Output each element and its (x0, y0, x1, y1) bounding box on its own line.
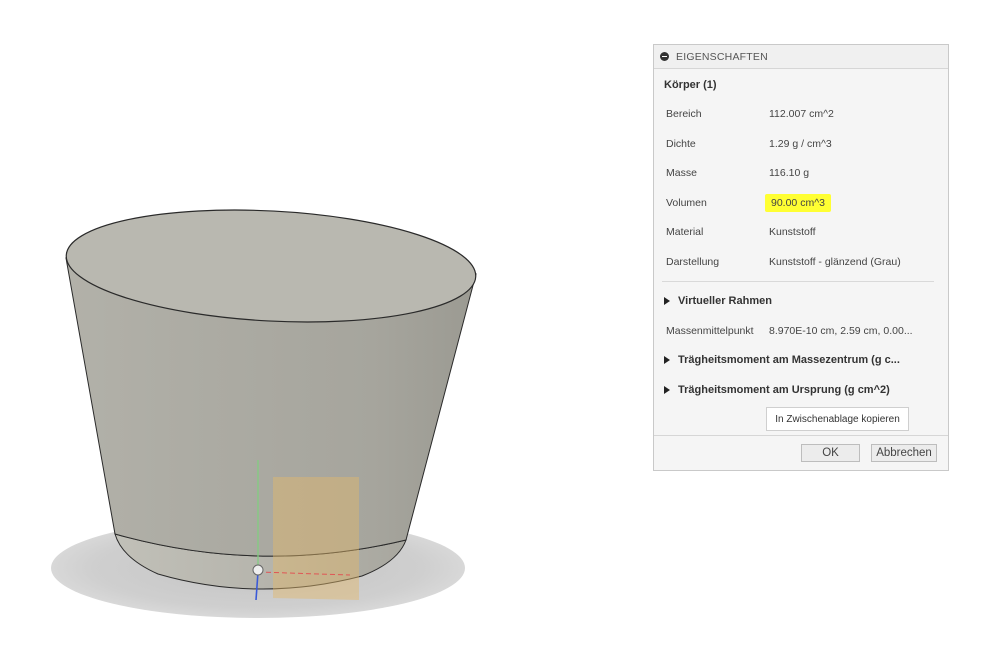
divider (662, 281, 934, 282)
section-label: Trägheitsmoment am Massezentrum (g c... (678, 354, 900, 366)
property-row: Dichte 1.29 g / cm^3 (666, 136, 832, 152)
section-inertia-mass-center[interactable]: Trägheitsmoment am Massezentrum (g c... (664, 352, 900, 368)
collapse-icon[interactable] (660, 52, 669, 61)
property-key: Bereich (666, 108, 702, 120)
property-value: 112.007 cm^2 (769, 108, 834, 120)
property-value: 8.970E-10 cm, 2.59 cm, 0.00... (769, 325, 913, 337)
ok-button[interactable]: OK (801, 444, 860, 462)
origin-point[interactable] (252, 564, 264, 576)
body-title: Körper (1) (664, 79, 717, 91)
property-value: 116.10 g (769, 167, 810, 179)
volume-value-highlighted: 90.00 cm^3 (765, 194, 831, 212)
property-key: Dichte (666, 138, 696, 150)
property-value: Kunststoff - glänzend (Grau) (769, 256, 901, 268)
cancel-button[interactable]: Abbrechen (871, 444, 937, 462)
section-virtual-frame[interactable]: Virtueller Rahmen (664, 293, 772, 309)
panel-title: EIGENSCHAFTEN (676, 50, 768, 63)
model-viewport[interactable] (0, 0, 640, 668)
property-key: Masse (666, 167, 697, 179)
section-inertia-origin[interactable]: Trägheitsmoment am Ursprung (g cm^2) (664, 382, 890, 398)
property-row: Darstellung Kunststoff - glänzend (Grau) (666, 254, 901, 270)
section-label: Virtueller Rahmen (678, 295, 772, 307)
property-key: Massenmittelpunkt (666, 325, 754, 337)
center-of-mass-row: Massenmittelpunkt 8.970E-10 cm, 2.59 cm,… (666, 323, 913, 339)
property-key: Material (666, 226, 704, 238)
properties-panel: EIGENSCHAFTEN Körper (1) Bereich 112.007… (653, 44, 949, 471)
property-row: Bereich 112.007 cm^2 (666, 106, 834, 122)
property-value: Kunststoff (769, 226, 816, 238)
selected-face[interactable] (273, 477, 359, 600)
expand-triangle-icon (664, 386, 670, 394)
expand-triangle-icon (664, 356, 670, 364)
property-key: Volumen (666, 197, 707, 209)
expand-triangle-icon (664, 297, 670, 305)
copy-to-clipboard-button[interactable]: In Zwischenablage kopieren (766, 407, 909, 431)
property-key: Darstellung (666, 256, 720, 268)
property-value: 1.29 g / cm^3 (769, 138, 832, 150)
property-row: Material Kunststoff (666, 224, 816, 240)
property-row: Volumen 90.00 cm^3 (666, 194, 831, 212)
model-canvas (51, 209, 477, 618)
property-row: Masse 116.10 g (666, 165, 809, 181)
panel-header: EIGENSCHAFTEN (654, 45, 948, 69)
footer-divider (654, 435, 948, 436)
section-label: Trägheitsmoment am Ursprung (g cm^2) (678, 384, 890, 396)
